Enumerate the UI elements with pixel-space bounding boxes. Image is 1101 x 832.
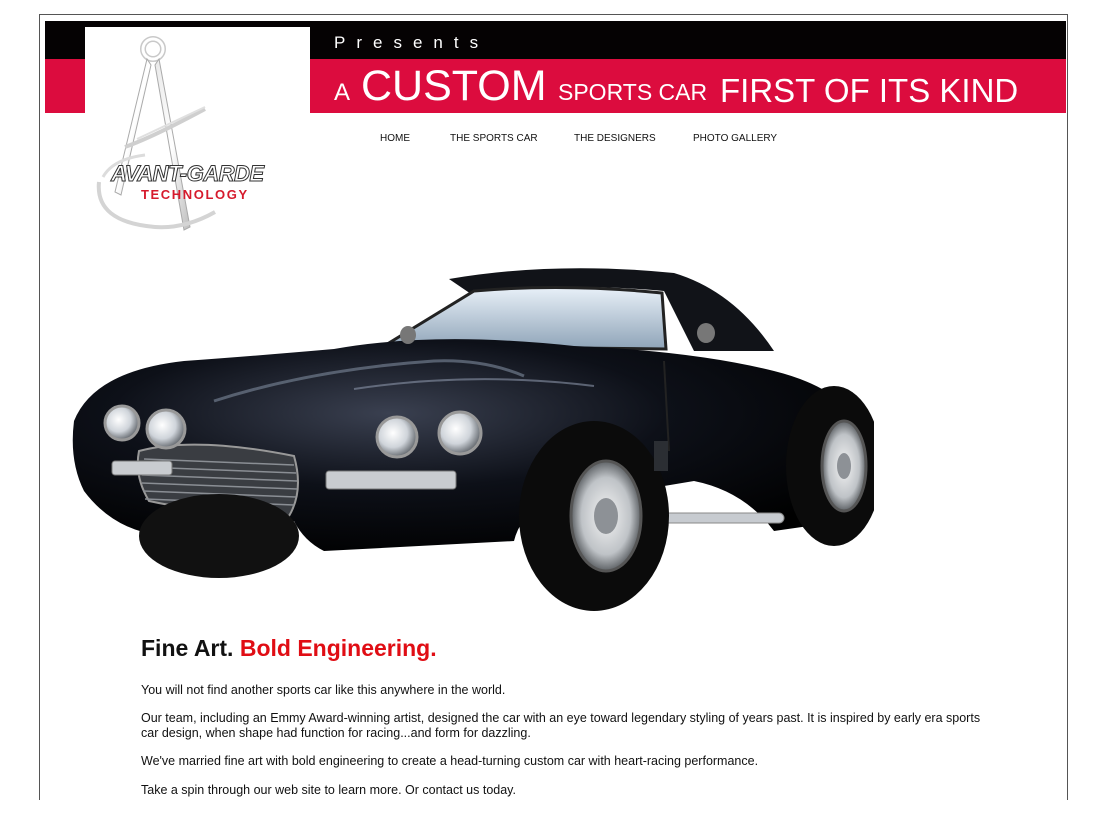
logo[interactable]: AVANT-GARDE TECHNOLOGY	[85, 27, 310, 237]
hero-car-image	[72, 268, 874, 611]
nav-home[interactable]: HOME	[380, 133, 410, 144]
intro-paragraph-4: Take a spin through our web site to lear…	[141, 783, 516, 797]
page-frame: Presents A CUSTOM SPORTS CAR FIRST OF IT…	[39, 14, 1068, 800]
intro-paragraph-3: We've married fine art with bold enginee…	[141, 754, 759, 768]
nav-the-designers[interactable]: THE DESIGNERS	[574, 133, 656, 144]
intro-paragraph-2: Our team, including an Emmy Award-winnin…	[141, 711, 981, 740]
headline: Fine Art. Bold Engineering.	[141, 635, 437, 662]
logo-subtitle: TECHNOLOGY	[141, 187, 249, 202]
headline-bold-engineering: Bold Engineering.	[239, 635, 437, 661]
tagline-a: A	[334, 79, 351, 106]
tagline-first-of-its-kind: FIRST OF ITS KIND	[720, 72, 1019, 109]
nav-photo-gallery[interactable]: PHOTO GALLERY	[693, 133, 777, 144]
tagline-sports-car: SPORTS CAR	[558, 79, 708, 105]
presents-text: Presents	[334, 33, 490, 52]
logo-wordmark: AVANT-GARDE	[111, 161, 265, 187]
tagline-custom: CUSTOM	[361, 62, 547, 110]
nav-the-sports-car[interactable]: THE SPORTS CAR	[450, 133, 538, 144]
headline-fine-art: Fine Art.	[141, 635, 234, 661]
compass-icon	[96, 36, 216, 231]
intro-paragraph-1: You will not find another sports car lik…	[141, 683, 506, 697]
